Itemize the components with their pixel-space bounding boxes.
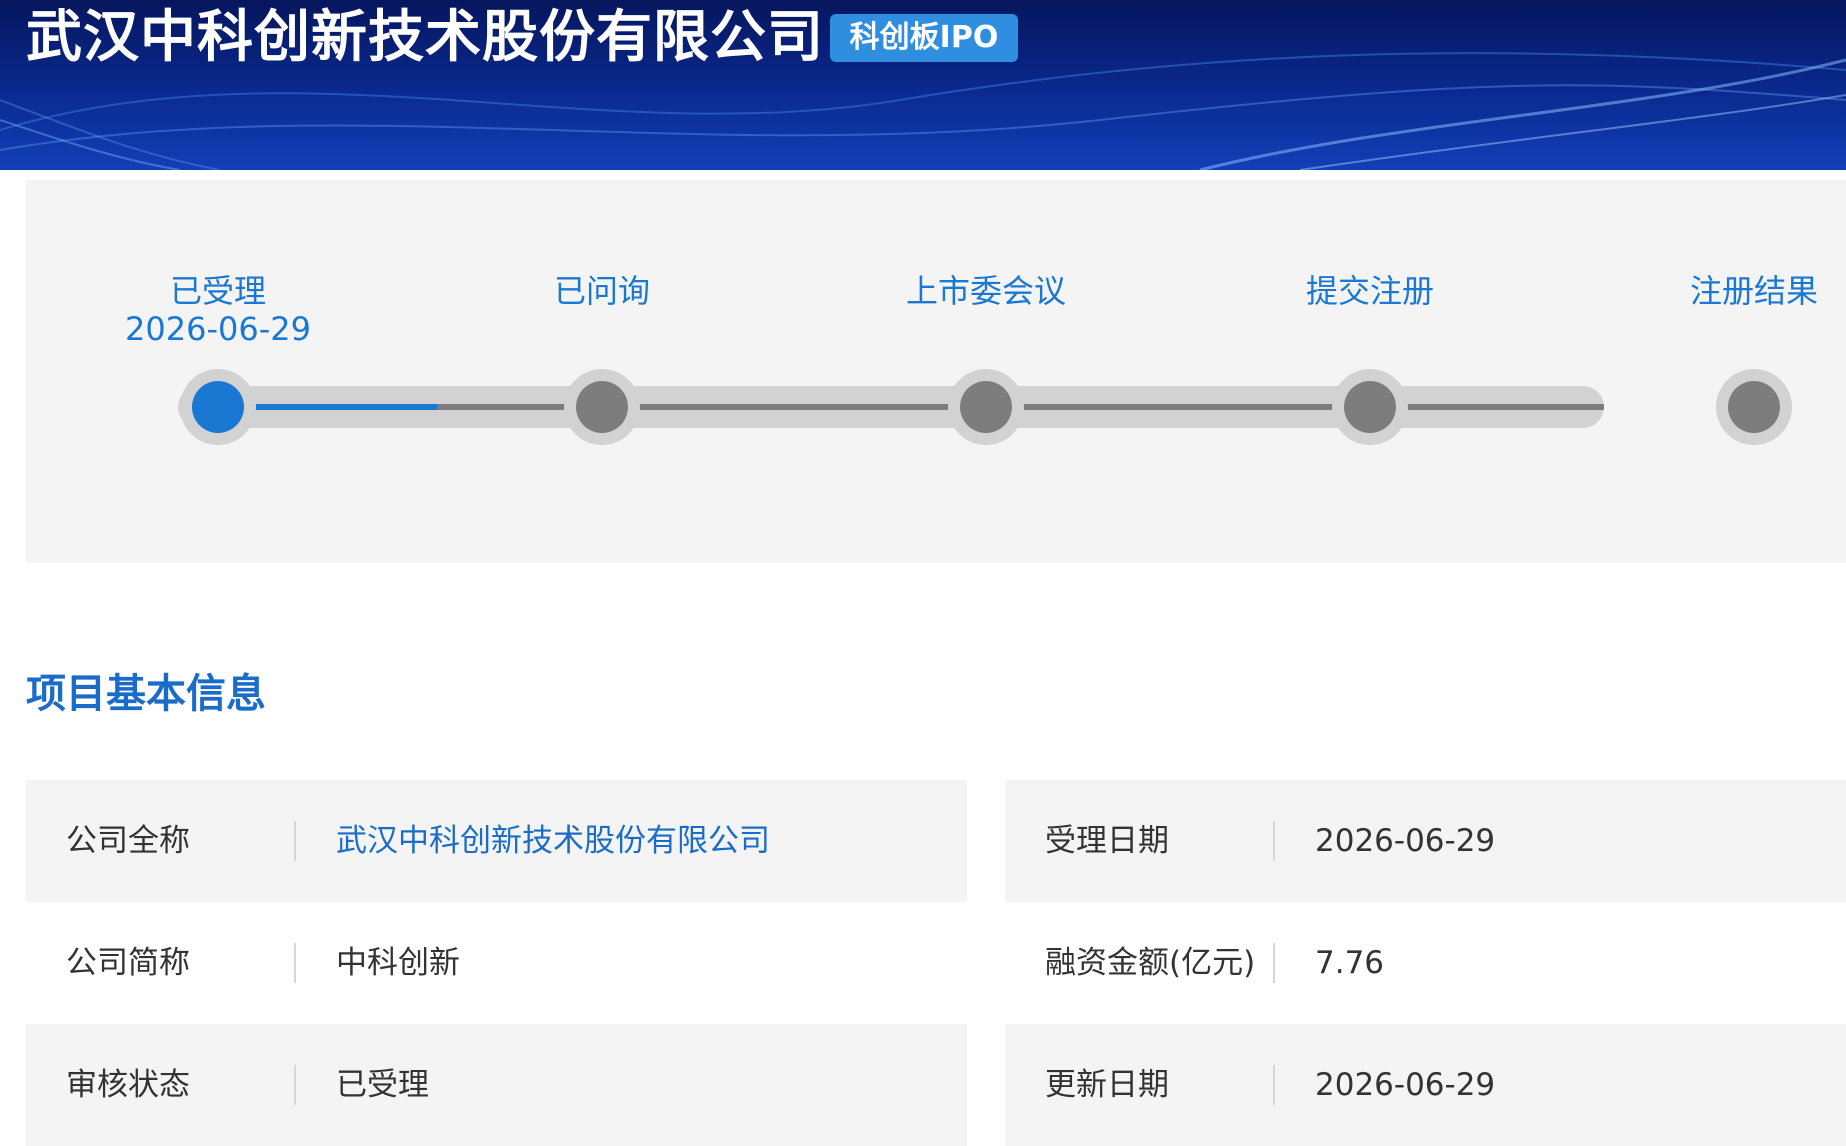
info-row-financing-amount: 融资金额(亿元) 7.76	[1005, 902, 1846, 1024]
info-divider	[294, 821, 296, 861]
step-node-accepted	[192, 381, 244, 433]
info-label: 审核状态	[66, 1067, 190, 1103]
info-divider	[294, 1065, 296, 1105]
info-label: 融资金额(亿元)	[1045, 945, 1256, 981]
info-row-short-name: 公司简称 中科创新	[26, 902, 967, 1024]
info-value: 中科创新	[336, 945, 460, 981]
step-accepted: 已受理 2026-06-29	[125, 272, 311, 348]
review-progress-panel: 已受理 2026-06-29 已问询 上市委会议 提交注册 注册结果	[26, 180, 1846, 563]
info-label: 更新日期	[1045, 1067, 1169, 1103]
step-registration-result: 注册结果	[1690, 272, 1818, 310]
step-node-inquired	[576, 381, 628, 433]
company-full-name-link[interactable]: 武汉中科创新技术股份有限公司	[336, 780, 770, 902]
step-date: 2026-06-29	[125, 310, 311, 348]
info-row-accept-date: 受理日期 2026-06-29	[1005, 780, 1846, 902]
step-node-listing-committee	[960, 381, 1012, 433]
board-badge: 科创板IPO	[830, 14, 1018, 62]
step-label: 提交注册	[1305, 272, 1435, 310]
info-label: 公司简称	[66, 945, 190, 981]
info-divider	[1273, 821, 1275, 861]
info-label: 受理日期	[1045, 823, 1169, 859]
step-label: 上市委会议	[905, 272, 1067, 310]
info-divider	[294, 943, 296, 983]
header-banner: 武汉中科创新技术股份有限公司 科创板IPO	[0, 0, 1846, 170]
info-divider	[1273, 943, 1275, 983]
info-value: 已受理	[336, 1067, 429, 1103]
info-row-full-name: 公司全称 武汉中科创新技术股份有限公司	[26, 780, 967, 902]
step-label: 已受理	[169, 272, 266, 310]
info-value: 7.76	[1315, 945, 1385, 981]
info-row-update-date: 更新日期 2026-06-29	[1005, 1024, 1846, 1146]
section-title: 项目基本信息	[26, 671, 266, 717]
step-listing-committee: 上市委会议	[906, 272, 1066, 310]
step-node-registration-result	[1728, 381, 1780, 433]
info-divider	[1273, 1065, 1275, 1105]
info-value: 2026-06-29	[1315, 823, 1496, 859]
step-label: 注册结果	[1689, 272, 1819, 310]
info-value: 2026-06-29	[1315, 1067, 1496, 1103]
step-inquired: 已问询	[554, 272, 650, 310]
company-title: 武汉中科创新技术股份有限公司	[26, 5, 824, 70]
step-label: 已问询	[553, 272, 651, 310]
info-label: 公司全称	[66, 823, 190, 859]
step-node-submit-registration	[1344, 381, 1396, 433]
step-submit-registration: 提交注册	[1306, 272, 1434, 310]
info-row-review-status: 审核状态 已受理	[26, 1024, 967, 1146]
